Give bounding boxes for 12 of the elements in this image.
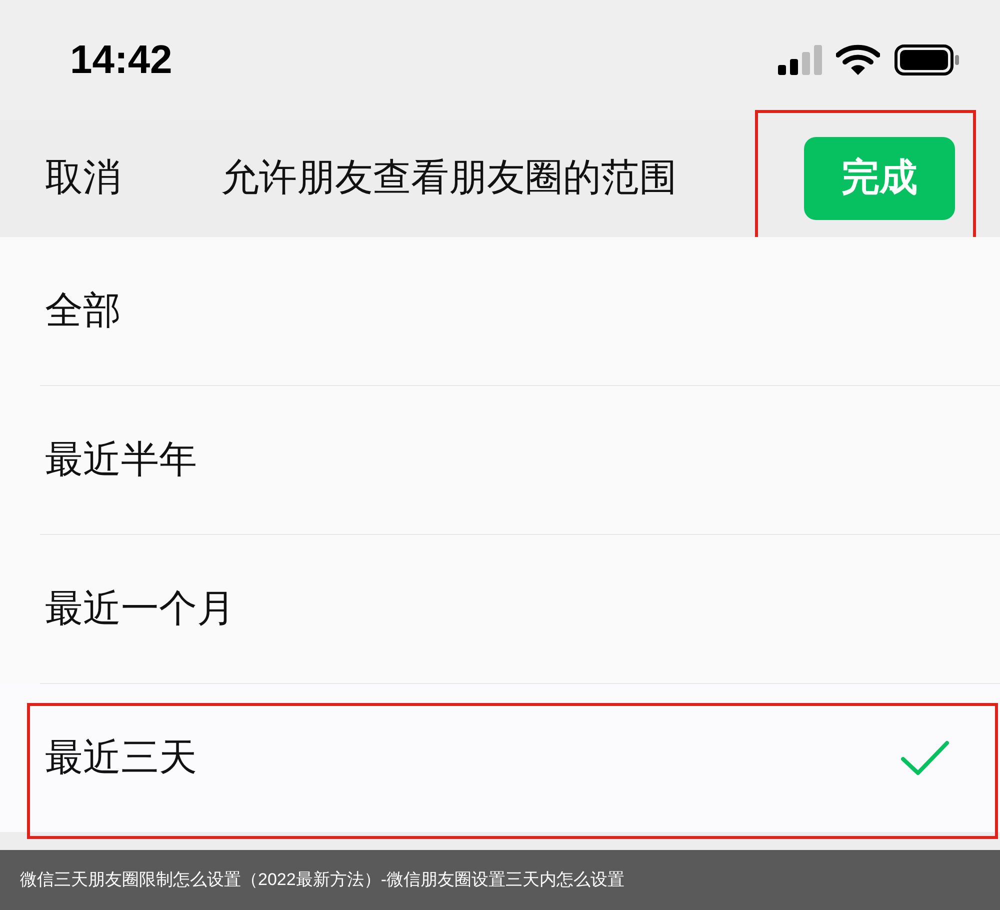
option-label: 最近半年: [45, 438, 197, 482]
cancel-button[interactable]: 取消: [45, 150, 221, 207]
option-label: 最近三天: [45, 736, 197, 780]
signal-icon: [778, 45, 822, 75]
page-title: 允许朋友查看朋友圈的范围: [221, 156, 678, 201]
option-label: 最近一个月: [45, 586, 235, 632]
option-label: 全部: [45, 288, 121, 334]
checkmark-icon: [900, 739, 950, 777]
caption-text: 微信三天朋友圈限制怎么设置（2022最新方法）-微信朋友圈设置三天内怎么设置: [20, 869, 624, 892]
status-time: 14:42: [70, 37, 172, 84]
battery-icon: [894, 44, 960, 76]
wifi-icon: [836, 44, 880, 76]
